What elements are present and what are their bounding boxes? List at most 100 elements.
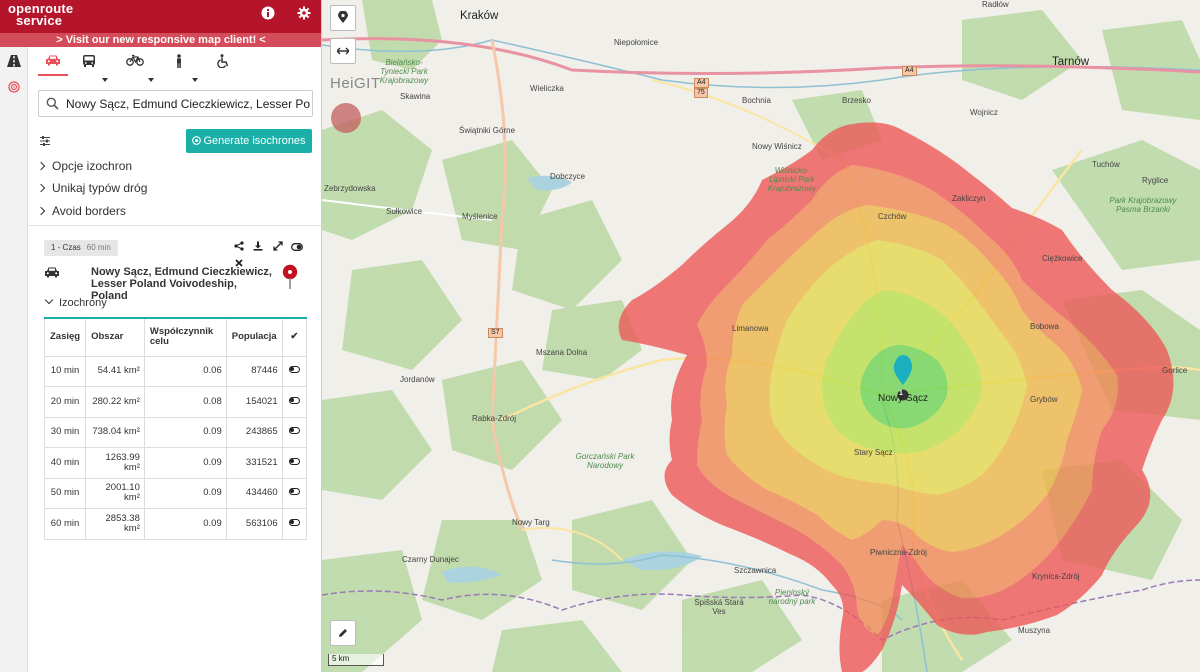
measure-button[interactable] [330,38,356,64]
chevron-right-icon [36,183,46,193]
car-icon [46,55,60,66]
table-row: 10 min 54.41 km² 0.06 87446 [43,355,308,387]
car-icon [44,266,60,281]
label-stary-sacz: Stary Sącz [854,448,893,457]
label-krynica: Krynica-Zdrój [1032,572,1080,581]
visibility-toggle[interactable] [288,427,300,435]
label-skawina: Skawina [400,92,431,101]
generate-isochrones-button[interactable]: Generate isochrones [186,129,312,153]
search-input[interactable] [66,94,310,114]
draw-button[interactable] [330,620,356,646]
label-dobczyce: Dobczyce [550,172,586,181]
visibility-toggle[interactable] [288,457,300,465]
chevron-down-icon[interactable] [102,78,108,82]
label-niepolomice: Niepołomice [614,38,659,47]
map-view[interactable]: 1 HeiGIT Kraków Tarnów Niepołomice Wieli… [322,0,1200,672]
label-rabka: Rabka-Zdrój [472,414,517,423]
heigit-logo: HeiGIT [330,75,381,92]
download-icon[interactable] [251,241,265,255]
cell-population: 243865 [225,416,283,448]
cell-range: 60 min [43,508,87,540]
info-icon[interactable] [258,6,278,26]
scale-bar: 5 km [328,654,384,666]
avoid-borders-expander[interactable]: Avoid borders [36,202,126,220]
avoid-road-types-expander[interactable]: Unikaj typów dróg [36,179,147,197]
toggle-visibility-icon[interactable] [290,242,304,256]
label-nowy-wisnicz: Nowy Wiśnicz [752,142,802,151]
label-sulkowice: Sułkowice [386,207,423,216]
avoid-borders-label: Avoid borders [52,204,126,218]
visibility-toggle[interactable] [288,396,300,404]
wheelchair-icon [216,54,228,69]
ors-logo[interactable]: openroute service [8,2,73,27]
road-shield-s7: S7 [488,328,503,338]
table-row: 30 min 738.04 km² 0.09 243865 [43,416,308,448]
road-shield-75: 75 [694,88,708,98]
profile-walk-button[interactable] [164,50,198,82]
chevron-down-icon[interactable] [148,78,154,82]
new-client-banner[interactable]: > Visit our new responsive map client! < [0,33,321,47]
label-bobowa: Bobowa [1030,322,1059,331]
visibility-toggle[interactable] [288,518,300,526]
cell-factor: 0.09 [143,447,227,479]
panel-divider [28,225,321,226]
settings-sliders-icon[interactable] [39,135,53,149]
label-wojnicz: Wojnicz [970,108,998,117]
share-icon[interactable] [232,241,246,255]
locate-button[interactable] [330,5,356,31]
isochrone-options-label: Opcje izochron [52,159,133,173]
bus-icon [83,55,95,67]
profile-bus-button[interactable] [74,50,108,82]
visibility-toggle[interactable] [288,488,300,496]
chevron-right-icon [36,206,46,216]
chevron-right-icon [36,161,46,171]
road-shield-a4-east: A4 [902,66,917,76]
search-box [38,90,313,117]
label-krakow: Kraków [460,10,499,22]
cell-range: 30 min [43,416,87,448]
cell-range: 50 min [43,477,87,509]
label-zakliczyn: Zakliczyn [952,194,986,203]
app-root: openroute service > Visit our new respon… [0,0,1200,672]
header-population[interactable]: Populacja [225,317,283,357]
isochrone-options-expander[interactable]: Opcje izochron [36,157,133,175]
label-myslenice: Myślenice [462,212,498,221]
label-park-pasma: Park Krajobrazowy Pasma Brzanki [1109,196,1177,214]
profile-selector [36,50,316,82]
road-icon[interactable] [4,53,24,73]
profile-car-button[interactable] [38,50,68,76]
map-pin-icon[interactable] [282,264,298,293]
table-row: 20 min 280.22 km² 0.08 154021 [43,386,308,418]
cell-toggle [281,416,308,448]
road-shield-a4: A4 [694,78,709,88]
label-brzesko: Brzesko [842,96,871,105]
label-piwniczna: Piwniczna-Zdrój [870,548,927,557]
label-park-gorce: Gorczański Park Narodowy [575,452,635,470]
label-jordanow: Jordanów [400,375,435,384]
label-park-pieniny: Pieninský národný park [768,588,816,606]
expand-icon[interactable] [271,241,285,255]
isochrone-actions [232,240,321,267]
header-check[interactable]: ✔ [281,317,308,357]
cell-toggle [281,386,308,418]
label-mszana: Mszana Dolna [536,348,588,357]
cell-toggle [281,447,308,479]
chevron-down-icon[interactable] [192,78,198,82]
profile-bike-button[interactable] [120,50,154,82]
isochrone-target-icon[interactable] [4,79,24,99]
label-ryglice: Ryglice [1142,176,1169,185]
header-range[interactable]: Zasięg [43,317,87,357]
cell-toggle [281,477,308,509]
table-header-row: Zasięg Obszar Współczynnik celu Populacj… [43,317,308,357]
bicycle-icon [126,54,144,66]
isochrones-expander[interactable]: Izochrony [44,295,107,311]
gear-icon[interactable] [294,6,314,26]
header-area[interactable]: Obszar [85,317,145,357]
label-tarnow: Tarnów [1052,56,1090,68]
visibility-toggle[interactable] [288,366,300,374]
profile-wheelchair-button[interactable] [208,50,238,76]
generate-isochrones-label: Generate isochrones [203,135,306,147]
label-grybow: Grybów [1030,395,1058,404]
cell-toggle [281,508,308,540]
header-factor[interactable]: Współczynnik celu [143,317,227,357]
